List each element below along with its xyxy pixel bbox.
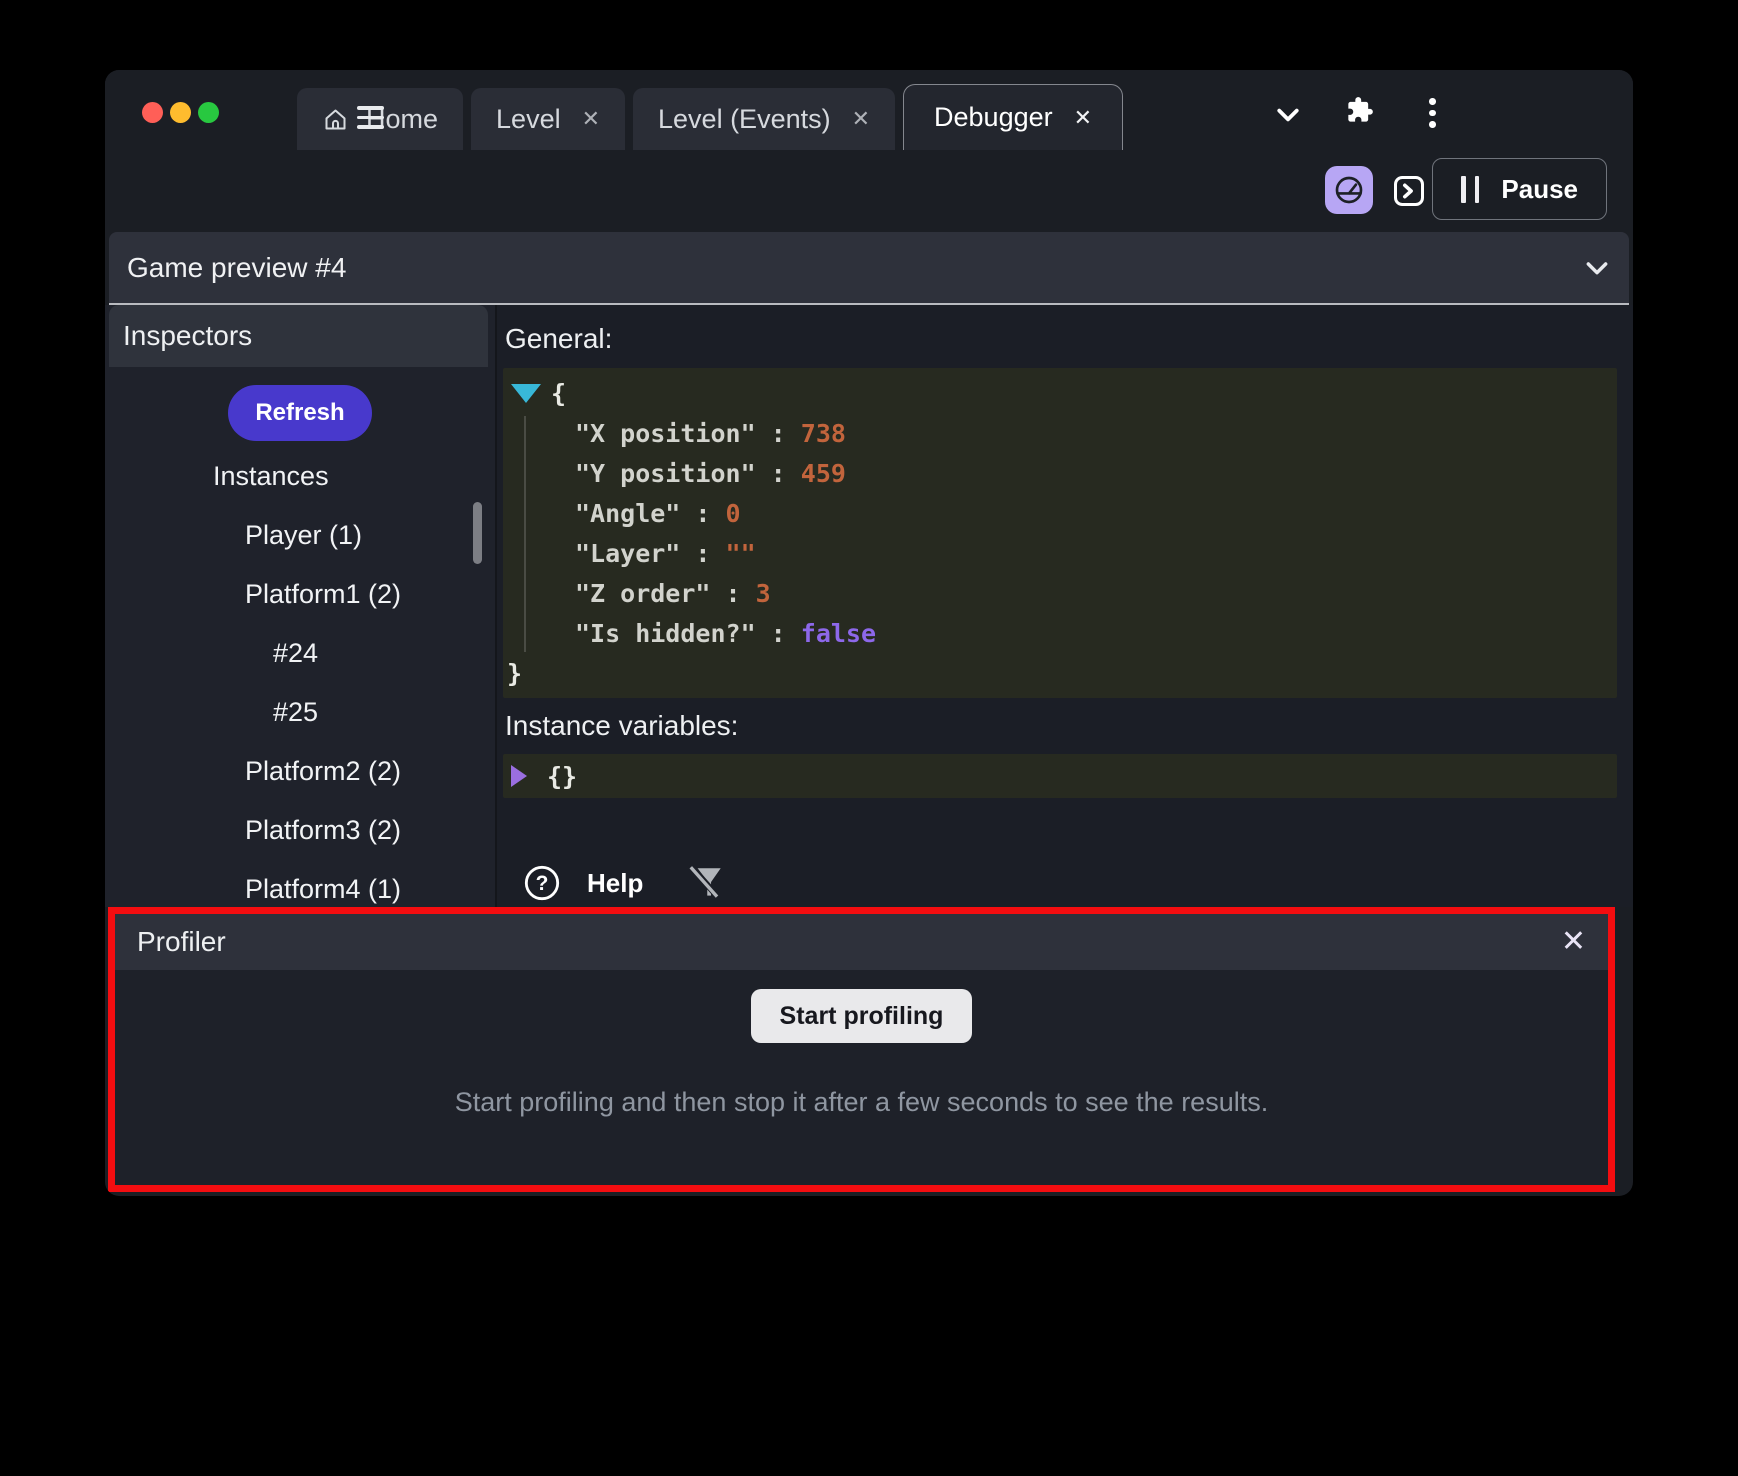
profiler-header: Profiler ✕ xyxy=(115,914,1608,970)
inspector-panel: General: { "X position" : 738"Y position… xyxy=(497,305,1633,907)
profiler-toggle-button[interactable] xyxy=(1325,166,1373,214)
inspectors-title: Inspectors xyxy=(123,320,252,352)
close-profiler-icon[interactable]: ✕ xyxy=(1561,927,1586,957)
json-property-layer: "Layer" : "" xyxy=(503,533,1617,573)
more-options-icon[interactable] xyxy=(1429,98,1436,133)
property-key: "X position" xyxy=(575,419,756,448)
indent-guide xyxy=(524,416,526,652)
tab-label: Level xyxy=(496,104,561,135)
json-property-y-position: "Y position" : 459 xyxy=(503,453,1617,493)
traffic-lights xyxy=(142,102,219,123)
inspectors-header: Inspectors xyxy=(109,305,488,367)
tree-item-platform3-2[interactable]: Platform3 (2) xyxy=(105,801,495,860)
home-icon xyxy=(322,106,349,133)
property-key: "Layer" xyxy=(575,539,680,568)
general-json-view: { "X position" : 738"Y position" : 459"A… xyxy=(503,368,1617,698)
screen: HomeLevel✕Level (Events)✕Debugger✕ xyxy=(0,0,1738,1476)
help-label[interactable]: Help xyxy=(587,868,643,899)
variables-value: {} xyxy=(547,762,577,791)
maximize-window-button[interactable] xyxy=(198,102,219,123)
property-separator: : xyxy=(680,539,725,568)
close-tab-icon[interactable]: ✕ xyxy=(1074,105,1092,131)
tree-item-platform4-1[interactable]: Platform4 (1) xyxy=(105,860,495,907)
property-value: 459 xyxy=(801,459,846,488)
collapse-chevron-icon[interactable] xyxy=(1581,252,1613,284)
property-value: 3 xyxy=(756,579,771,608)
property-separator: : xyxy=(756,619,801,648)
chevron-down-icon[interactable] xyxy=(1273,100,1303,130)
tree-item-platform1-2[interactable]: Platform1 (2) xyxy=(105,565,495,624)
property-key: "Z order" xyxy=(575,579,710,608)
refresh-button[interactable]: Refresh xyxy=(228,385,371,441)
game-preview-header[interactable]: Game preview #4 xyxy=(109,232,1629,305)
close-window-button[interactable] xyxy=(142,102,163,123)
profiler-title: Profiler xyxy=(137,926,226,958)
minimize-window-button[interactable] xyxy=(170,102,191,123)
tab-debugger[interactable]: Debugger ✕ xyxy=(903,84,1123,150)
console-icon xyxy=(1391,173,1427,209)
json-property-angle: "Angle" : 0 xyxy=(503,493,1617,533)
json-properties: "X position" : 738"Y position" : 459"Ang… xyxy=(503,413,1617,653)
property-separator: : xyxy=(756,419,801,448)
property-key: "Angle" xyxy=(575,499,680,528)
menu-icon[interactable] xyxy=(357,106,384,129)
help-row: ? Help xyxy=(503,862,1617,904)
pin-off-icon[interactable] xyxy=(685,862,727,904)
tree-item-instances[interactable]: Instances xyxy=(105,447,495,506)
instance-variables-view: {} xyxy=(503,754,1617,798)
profiler-body: Start profiling Start profiling and then… xyxy=(115,970,1608,1118)
pause-button[interactable]: Pause xyxy=(1432,158,1607,220)
property-separator: : xyxy=(680,499,725,528)
property-value: 738 xyxy=(801,419,846,448)
start-profiling-button[interactable]: Start profiling xyxy=(751,989,973,1043)
json-close-brace: } xyxy=(507,659,522,688)
gauge-icon xyxy=(1333,174,1365,206)
property-key: "Is hidden?" xyxy=(575,619,756,648)
instances-tree: InstancesPlayer (1)Platform1 (2)#24#25Pl… xyxy=(105,447,495,907)
property-key: "Y position" xyxy=(575,459,756,488)
tree-item-player-1[interactable]: Player (1) xyxy=(105,506,495,565)
json-property-z-order: "Z order" : 3 xyxy=(503,573,1617,613)
pause-icon xyxy=(1461,176,1479,203)
close-tab-icon[interactable]: ✕ xyxy=(582,106,600,132)
property-separator: : xyxy=(756,459,801,488)
property-value: false xyxy=(801,619,876,648)
tree-item-25[interactable]: #25 xyxy=(105,683,495,742)
titlebar: HomeLevel✕Level (Events)✕Debugger✕ xyxy=(105,70,1633,150)
inspectors-sidebar: Inspectors Refresh InstancesPlayer (1)Pl… xyxy=(105,305,497,907)
tab-bar: HomeLevel✕Level (Events)✕Debugger✕ xyxy=(297,70,1123,150)
profiler-description: Start profiling and then stop it after a… xyxy=(115,1087,1608,1118)
expand-triangle-icon[interactable] xyxy=(511,765,527,787)
sidebar-scrollbar-thumb[interactable] xyxy=(473,502,482,564)
property-value: 0 xyxy=(726,499,741,528)
game-preview-title: Game preview #4 xyxy=(127,252,346,284)
tree-item-platform2-2[interactable]: Platform2 (2) xyxy=(105,742,495,801)
json-property-x-position: "X position" : 738 xyxy=(503,413,1617,453)
tab-level-events[interactable]: Level (Events) ✕ xyxy=(633,88,895,150)
instance-variables-label: Instance variables: xyxy=(505,712,1617,740)
json-property-is-hidden: "Is hidden?" : false xyxy=(503,613,1617,653)
profiler-panel: Profiler ✕ Start profiling Start profili… xyxy=(108,907,1615,1192)
collapse-triangle-icon[interactable] xyxy=(511,384,541,403)
tree-item-24[interactable]: #24 xyxy=(105,624,495,683)
content-area: Inspectors Refresh InstancesPlayer (1)Pl… xyxy=(105,305,1633,907)
tab-level[interactable]: Level ✕ xyxy=(471,88,625,150)
pause-label: Pause xyxy=(1501,174,1578,205)
json-root-row: { xyxy=(503,373,1617,413)
tab-label: Level (Events) xyxy=(658,104,831,135)
debugger-toolbar: Pause xyxy=(105,150,1633,232)
json-close-row: } xyxy=(503,653,1617,693)
json-open-brace: { xyxy=(551,379,566,408)
app-window: HomeLevel✕Level (Events)✕Debugger✕ xyxy=(105,70,1633,1196)
svg-text:?: ? xyxy=(536,872,549,895)
property-value: "" xyxy=(726,539,756,568)
property-separator: : xyxy=(710,579,755,608)
tab-label: Debugger xyxy=(934,102,1053,133)
extensions-puzzle-icon[interactable] xyxy=(1346,96,1374,124)
general-label: General: xyxy=(505,325,1617,353)
help-icon[interactable]: ? xyxy=(523,864,561,902)
console-button[interactable] xyxy=(1391,173,1427,209)
close-tab-icon[interactable]: ✕ xyxy=(852,106,870,132)
